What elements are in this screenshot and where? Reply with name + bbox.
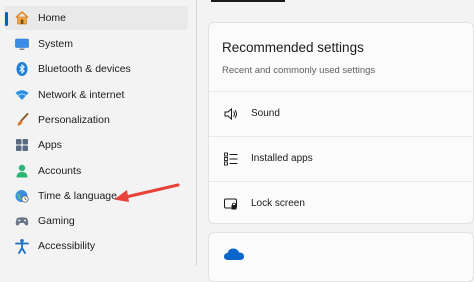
annotation-arrow	[114, 183, 180, 202]
brush-icon	[14, 112, 30, 128]
speaker-icon	[223, 106, 239, 122]
person-icon	[14, 163, 30, 179]
setting-row-label: Installed apps	[251, 153, 313, 164]
setting-row-lock-screen[interactable]: Lock screen	[209, 181, 473, 225]
settings-sidebar: Home System Bluetooth & devices Network …	[0, 0, 196, 266]
setting-row-installed-apps[interactable]: Installed apps	[209, 136, 473, 180]
sidebar-item-bluetooth[interactable]: Bluetooth & devices	[4, 57, 188, 81]
sidebar-item-home[interactable]: Home	[4, 6, 188, 30]
sidebar-item-label: System	[38, 38, 74, 50]
sidebar-item-label: Bluetooth & devices	[38, 63, 131, 75]
onedrive-cloud-icon	[223, 246, 245, 267]
selection-indicator	[5, 12, 8, 26]
sidebar-item-label: Gaming	[38, 215, 75, 227]
sidebar-item-network[interactable]: Network & internet	[4, 83, 188, 107]
sidebar-item-label: Network & internet	[38, 89, 125, 101]
sidebar-item-label: Personalization	[38, 114, 110, 126]
sidebar-item-label: Home	[38, 12, 67, 24]
apps-icon	[14, 137, 30, 153]
sidebar-item-label: Accessibility	[38, 240, 96, 252]
wifi-icon	[14, 87, 30, 103]
sidebar-item-accessibility[interactable]: Accessibility	[4, 234, 188, 258]
recommended-settings-card: Recommended settings Recent and commonly…	[208, 22, 474, 224]
home-icon	[14, 10, 30, 26]
lock-screen-icon	[223, 196, 239, 212]
list-icon	[223, 151, 239, 167]
onedrive-card	[208, 232, 474, 282]
sidebar-item-label: Time & language	[38, 190, 117, 202]
card-header: Recommended settings Recent and commonly…	[209, 23, 473, 89]
sidebar-item-gaming[interactable]: Gaming	[4, 209, 188, 233]
monitor-icon	[14, 36, 30, 52]
bluetooth-icon	[14, 61, 30, 77]
sidebar-item-personalization[interactable]: Personalization	[4, 108, 188, 132]
card-title: Recommended settings	[222, 40, 364, 55]
sidebar-item-system[interactable]: System	[4, 32, 188, 56]
main-content: Recommended settings Recent and commonly…	[197, 0, 474, 282]
top-edge-bar	[211, 0, 285, 2]
sidebar-item-label: Accounts	[38, 165, 82, 177]
accessibility-icon	[14, 238, 30, 254]
setting-row-label: Sound	[251, 108, 280, 119]
setting-row-label: Lock screen	[251, 198, 305, 209]
setting-row-sound[interactable]: Sound	[209, 91, 473, 135]
card-subtitle: Recent and commonly used settings	[222, 65, 376, 76]
globe-clock-icon	[14, 188, 30, 204]
sidebar-item-label: Apps	[38, 139, 62, 151]
sidebar-item-apps[interactable]: Apps	[4, 133, 188, 157]
gamepad-icon	[14, 213, 30, 229]
